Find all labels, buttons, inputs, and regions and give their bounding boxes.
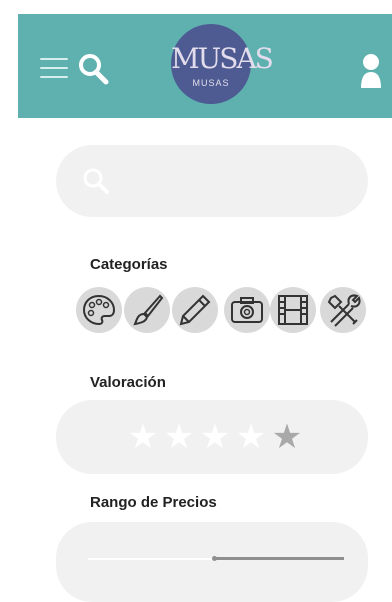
star-2-icon[interactable]: ★ (162, 418, 198, 456)
film-icon (278, 295, 308, 325)
app-header: MUSAS MUSAS (18, 14, 392, 118)
price-range-title: Rango de Precios (90, 494, 217, 511)
price-slider-thumb[interactable] (212, 556, 217, 561)
rating-title: Valoración (90, 374, 166, 391)
tools-icon (327, 294, 361, 327)
header-search-icon[interactable] (76, 52, 110, 86)
search-icon (83, 168, 109, 194)
price-slider-range (214, 557, 344, 560)
camera-icon (231, 297, 263, 323)
search-input[interactable] (56, 145, 368, 217)
musas-logo[interactable]: MUSAS MUSAS (171, 24, 274, 104)
pencil-icon (179, 294, 211, 326)
star-1-icon[interactable]: ★ (126, 418, 162, 456)
category-crafts[interactable] (320, 287, 366, 333)
category-brush[interactable] (124, 287, 170, 333)
category-film[interactable] (270, 287, 316, 333)
star-rating[interactable]: ★ ★ ★ ★ ★ (126, 418, 306, 456)
star-4-icon[interactable]: ★ (234, 418, 270, 456)
brush-icon (133, 294, 164, 326)
category-drawing[interactable] (172, 287, 218, 333)
categories-title: Categorías (90, 256, 168, 273)
logo-wordmark: MUSAS (171, 42, 274, 75)
category-photography[interactable] (224, 287, 270, 333)
hamburger-menu-icon[interactable] (40, 58, 68, 78)
star-3-icon[interactable]: ★ (198, 418, 234, 456)
category-painting[interactable] (76, 287, 122, 333)
logo-subtitle: MUSAS (192, 78, 230, 88)
category-list (76, 287, 376, 335)
palette-icon (82, 294, 116, 326)
price-range-filter (56, 522, 368, 602)
user-profile-icon[interactable] (360, 52, 382, 90)
rating-filter: ★ ★ ★ ★ ★ (56, 400, 368, 474)
star-5-icon[interactable]: ★ (270, 418, 306, 456)
